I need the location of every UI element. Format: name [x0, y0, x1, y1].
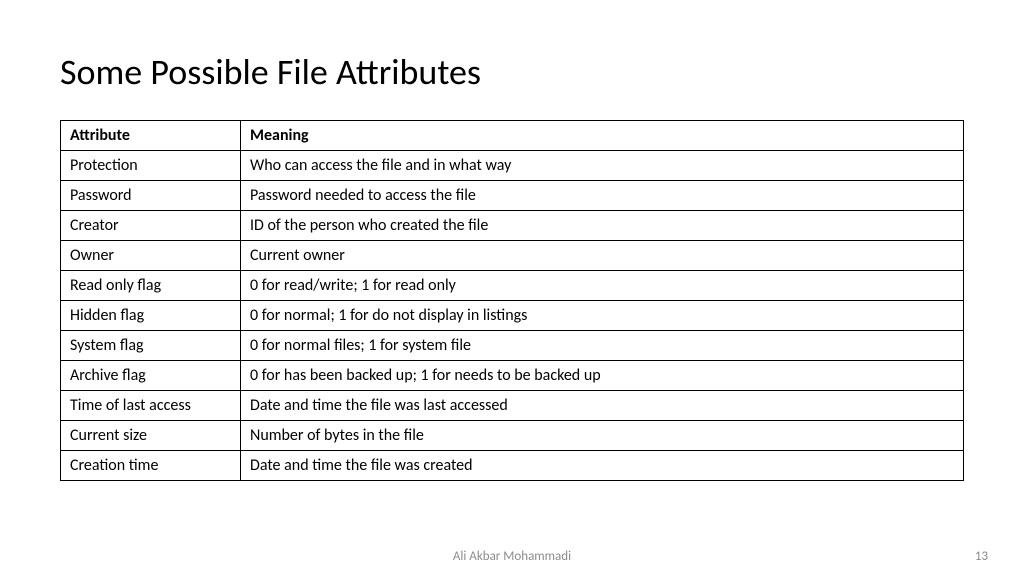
table-header-meaning: Meaning — [241, 121, 964, 151]
table-row: Read only flag0 for read/write; 1 for re… — [61, 271, 964, 301]
table-row: ProtectionWho can access the file and in… — [61, 151, 964, 181]
cell-attribute: Time of last access — [61, 391, 241, 421]
table-row: Hidden flag0 for normal; 1 for do not di… — [61, 301, 964, 331]
table-row: System flag0 for normal files; 1 for sys… — [61, 331, 964, 361]
table-row: Current sizeNumber of bytes in the file — [61, 421, 964, 451]
cell-meaning: Password needed to access the file — [241, 181, 964, 211]
footer-author: Ali Akbar Mohammadi — [0, 549, 1024, 564]
cell-attribute: Owner — [61, 241, 241, 271]
cell-attribute: Hidden flag — [61, 301, 241, 331]
table-row: CreatorID of the person who created the … — [61, 211, 964, 241]
table-row: PasswordPassword needed to access the fi… — [61, 181, 964, 211]
table-header-attribute: Attribute — [61, 121, 241, 151]
cell-meaning: 0 for has been backed up; 1 for needs to… — [241, 361, 964, 391]
cell-meaning: Who can access the file and in what way — [241, 151, 964, 181]
cell-meaning: ID of the person who created the file — [241, 211, 964, 241]
page-number: 13 — [975, 549, 988, 564]
cell-meaning: 0 for normal files; 1 for system file — [241, 331, 964, 361]
cell-attribute: Creation time — [61, 451, 241, 481]
table-row: OwnerCurrent owner — [61, 241, 964, 271]
slide-title: Some Possible File Attributes — [60, 50, 964, 94]
cell-attribute: Archive flag — [61, 361, 241, 391]
table-row: Time of last accessDate and time the fil… — [61, 391, 964, 421]
cell-meaning: 0 for normal; 1 for do not display in li… — [241, 301, 964, 331]
cell-attribute: Read only flag — [61, 271, 241, 301]
cell-meaning: Number of bytes in the file — [241, 421, 964, 451]
table-header-row: Attribute Meaning — [61, 121, 964, 151]
cell-attribute: Creator — [61, 211, 241, 241]
table-row: Archive flag0 for has been backed up; 1 … — [61, 361, 964, 391]
cell-meaning: Current owner — [241, 241, 964, 271]
cell-attribute: Protection — [61, 151, 241, 181]
attributes-table: Attribute Meaning ProtectionWho can acce… — [60, 120, 964, 481]
cell-meaning: Date and time the file was last accessed — [241, 391, 964, 421]
cell-meaning: Date and time the file was created — [241, 451, 964, 481]
cell-attribute: System flag — [61, 331, 241, 361]
table-row: Creation timeDate and time the file was … — [61, 451, 964, 481]
cell-attribute: Current size — [61, 421, 241, 451]
cell-meaning: 0 for read/write; 1 for read only — [241, 271, 964, 301]
cell-attribute: Password — [61, 181, 241, 211]
